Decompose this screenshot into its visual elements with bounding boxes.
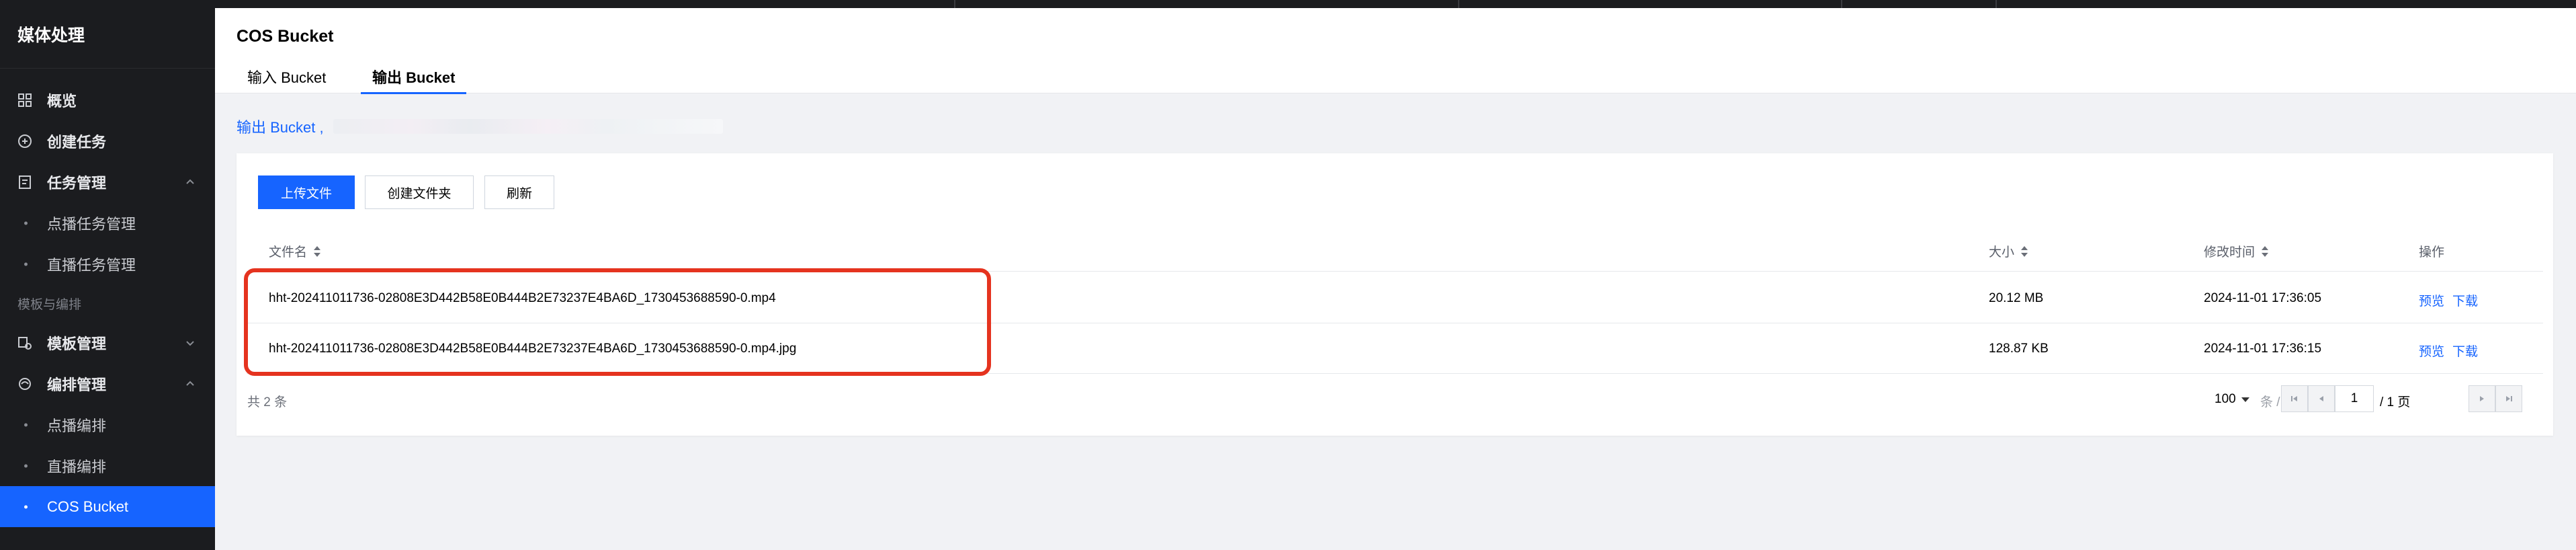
prev-page-button[interactable]: [2308, 385, 2335, 412]
sidebar-item-task-management[interactable]: 任务管理: [0, 161, 215, 202]
sidebar-item-label: 模板管理: [47, 335, 107, 352]
download-link[interactable]: 下载: [2452, 291, 2478, 309]
top-strip: [215, 0, 2576, 8]
next-page-button[interactable]: [2468, 385, 2495, 412]
refresh-button[interactable]: 刷新: [484, 175, 554, 209]
next-page-icon: [2480, 396, 2484, 401]
sidebar-item-orchestration[interactable]: 编排管理: [0, 363, 215, 404]
sidebar-item-template-management[interactable]: 模板管理: [0, 322, 215, 363]
sidebar: 媒体处理 概览 创建任务 任务管理 点播任务管理 直播任务管理 模板与编排 模板…: [0, 0, 215, 550]
file-size: 128.87 KB: [1989, 342, 2049, 356]
tab-output-bucket[interactable]: 输出 Bucket: [360, 66, 468, 94]
tab-input-bucket[interactable]: 输入 Bucket: [247, 66, 326, 93]
last-page-icon: [2506, 396, 2512, 401]
sidebar-item-cos-bucket[interactable]: COS Bucket: [0, 486, 215, 527]
bucket-info: 输出 Bucket ,: [237, 116, 723, 137]
column-header-modified[interactable]: 修改时间: [2204, 242, 2269, 260]
file-modified: 2024-11-01 17:36:05: [2204, 291, 2322, 305]
preview-link[interactable]: 预览: [2419, 342, 2444, 360]
page-size-value: 100: [2215, 392, 2236, 406]
sidebar-item-live-orchestration[interactable]: 直播编排: [0, 445, 215, 486]
sidebar-item-label: 点播编排: [47, 417, 107, 434]
chevron-up-icon: [186, 179, 194, 184]
flow-icon: [19, 377, 31, 390]
sidebar-item-label: 任务管理: [47, 174, 107, 192]
sidebar-item-label: 直播编排: [47, 458, 107, 475]
redacted-bucket-name: [333, 119, 723, 134]
plus-circle-icon: [18, 134, 32, 148]
preview-link[interactable]: 预览: [2419, 291, 2444, 309]
file-size: 20.12 MB: [1989, 291, 2044, 305]
column-header-size[interactable]: 大小: [1989, 242, 2028, 260]
prev-page-icon: [2319, 396, 2323, 401]
chevron-up-icon: [186, 381, 194, 386]
sort-icon: [2262, 245, 2269, 257]
file-modified: 2024-11-01 17:36:15: [2204, 342, 2322, 356]
column-header-label: 修改时间: [2204, 245, 2256, 260]
sidebar-item-label: 概览: [47, 92, 77, 110]
sort-icon: [314, 245, 321, 257]
sidebar-item-label: COS Bucket: [47, 498, 129, 515]
column-header-label: 大小: [1989, 245, 2015, 260]
sidebar-item-vod-tasks[interactable]: 点播任务管理: [0, 202, 215, 243]
sidebar-item-label: 创建任务: [47, 133, 107, 151]
sidebar-item-label: 编排管理: [47, 376, 107, 393]
page-title: COS Bucket: [237, 27, 334, 46]
divider: [1458, 0, 1459, 8]
column-header-name[interactable]: 文件名: [269, 242, 321, 260]
file-list-card: 上传文件 创建文件夹 刷新 文件名 大小 修改时间 操作 hht-2024110…: [237, 153, 2553, 436]
column-header-label: 操作: [2419, 245, 2445, 260]
divider: [954, 0, 955, 8]
first-page-icon: [2291, 396, 2297, 401]
template-icon: [18, 336, 32, 350]
create-folder-button[interactable]: 创建文件夹: [365, 175, 474, 209]
bucket-link[interactable]: 输出 Bucket ,: [237, 116, 324, 137]
app-brand: 媒体处理: [0, 0, 215, 69]
divider: [1995, 0, 1997, 8]
upload-file-button[interactable]: 上传文件: [258, 175, 355, 209]
divider: [1841, 0, 1842, 8]
caret-down-icon: [2241, 397, 2249, 402]
sidebar-group-label: 模板与编排: [17, 297, 82, 312]
last-page-button[interactable]: [2495, 385, 2522, 412]
column-header-label: 文件名: [269, 245, 308, 260]
sidebar-item-overview[interactable]: 概览: [0, 79, 215, 120]
column-header-actions: 操作: [2419, 242, 2444, 260]
page-size-select[interactable]: 100: [2215, 392, 2249, 407]
sidebar-item-vod-orchestration[interactable]: 点播编排: [0, 404, 215, 445]
sidebar-item-create-task[interactable]: 创建任务: [0, 120, 215, 161]
chevron-down-icon: [186, 340, 194, 346]
grid-icon: [18, 93, 32, 107]
download-link[interactable]: 下载: [2452, 342, 2478, 360]
highlight-annotation: [244, 268, 991, 376]
sidebar-item-label: 直播任务管理: [47, 256, 136, 274]
page-header: COS Bucket 输入 Bucket 输出 Bucket: [215, 8, 2576, 94]
first-page-button[interactable]: [2281, 385, 2308, 412]
document-icon: [19, 175, 31, 189]
total-count: 共 2 条: [247, 395, 288, 409]
sidebar-item-live-tasks[interactable]: 直播任务管理: [0, 243, 215, 284]
page-number-input[interactable]: 1: [2335, 385, 2374, 412]
sort-icon: [2021, 245, 2028, 257]
total-pages: / 1 页: [2380, 395, 2411, 409]
sidebar-item-label: 点播任务管理: [47, 215, 136, 233]
